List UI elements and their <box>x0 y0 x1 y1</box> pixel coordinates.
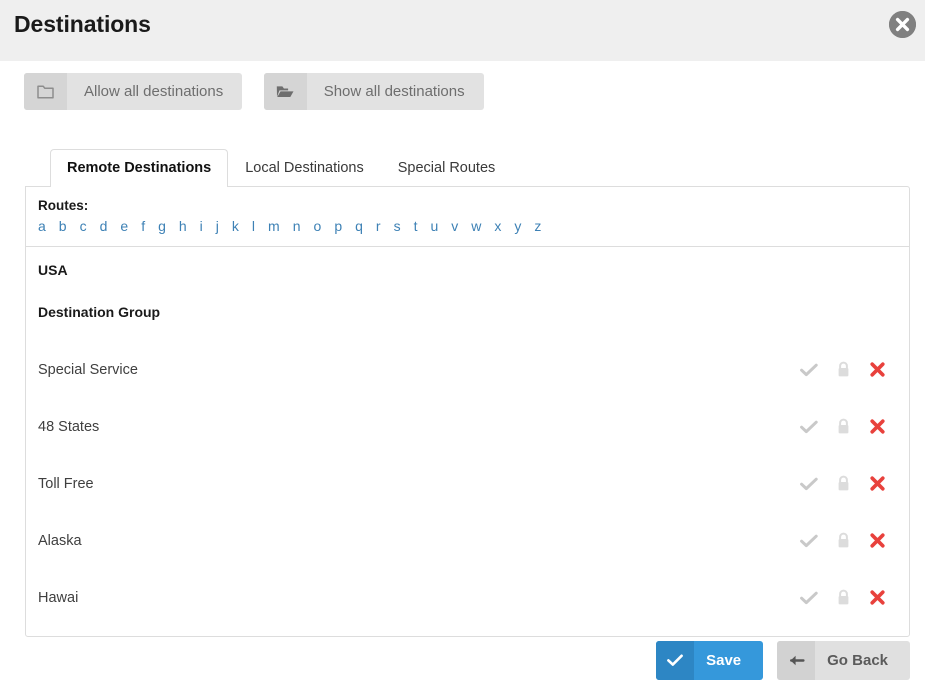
row-actions <box>792 475 909 492</box>
row-actions <box>792 418 909 435</box>
destination-group-heading: Destination Group <box>38 304 161 320</box>
check-icon[interactable] <box>792 477 826 491</box>
routes-label: Routes: <box>38 198 89 213</box>
tab-local-destinations[interactable]: Local Destinations <box>228 149 381 186</box>
folder-outline-icon <box>24 73 67 110</box>
destinations-list: USA Destination Group Special Service 48… <box>26 247 909 636</box>
lock-icon[interactable] <box>826 361 860 378</box>
route-letter-c[interactable]: c <box>80 218 87 234</box>
top-actions-bar: Allow all destinations Show all destinat… <box>24 73 501 110</box>
route-letter-d[interactable]: d <box>100 218 108 234</box>
show-all-destinations-button[interactable]: Show all destinations <box>263 73 484 110</box>
go-back-label: Go Back <box>827 652 888 669</box>
check-icon[interactable] <box>792 534 826 548</box>
check-icon[interactable] <box>792 363 826 377</box>
row-actions <box>792 532 909 549</box>
destination-name: Toll Free <box>38 475 94 492</box>
row-actions <box>792 361 909 378</box>
modal-header: Destinations <box>0 0 925 61</box>
route-letter-x[interactable]: x <box>494 218 501 234</box>
route-letter-a[interactable]: a <box>38 218 46 234</box>
close-circle-icon[interactable] <box>889 11 916 38</box>
route-letter-n[interactable]: n <box>293 218 301 234</box>
destination-name: Special Service <box>38 361 138 378</box>
lock-icon[interactable] <box>826 589 860 606</box>
page-title: Destinations <box>14 11 151 37</box>
route-letter-p[interactable]: p <box>334 218 342 234</box>
red-x-icon[interactable] <box>860 589 894 606</box>
go-back-button[interactable]: Go Back <box>777 641 910 680</box>
check-icon <box>656 641 695 680</box>
route-letter-v[interactable]: v <box>451 218 458 234</box>
route-letter-e[interactable]: e <box>120 218 128 234</box>
routes-alphabet: abcdefghijklmnopqrstuvwxyz <box>38 217 909 235</box>
route-letter-m[interactable]: m <box>268 218 280 234</box>
route-letter-b[interactable]: b <box>59 218 67 234</box>
red-x-icon[interactable] <box>860 418 894 435</box>
route-letter-u[interactable]: u <box>430 218 438 234</box>
destination-name: Alaska <box>38 532 82 549</box>
show-all-destinations-label: Show all destinations <box>323 83 465 100</box>
red-x-icon[interactable] <box>860 361 894 378</box>
lock-icon[interactable] <box>826 418 860 435</box>
folder-open-icon <box>263 73 307 110</box>
tab-remote-destinations[interactable]: Remote Destinations <box>50 149 229 187</box>
route-letter-f[interactable]: f <box>141 218 145 234</box>
red-x-icon[interactable] <box>860 475 894 492</box>
save-label: Save <box>706 652 742 669</box>
tab-bar: Remote Destinations Local Destinations S… <box>50 149 513 187</box>
route-letter-q[interactable]: q <box>355 218 363 234</box>
check-icon[interactable] <box>792 591 826 605</box>
route-letter-l[interactable]: l <box>252 218 255 234</box>
destination-name: 48 States <box>38 418 100 435</box>
table-row: 48 States <box>26 398 909 455</box>
route-letter-z[interactable]: z <box>534 218 541 234</box>
destination-name: Hawai <box>38 589 79 606</box>
route-letter-k[interactable]: k <box>232 218 239 234</box>
lock-icon[interactable] <box>826 532 860 549</box>
footer-actions: Save Go Back <box>642 641 910 680</box>
row-actions <box>792 589 909 606</box>
table-row: Special Service <box>26 341 909 398</box>
route-letter-g[interactable]: g <box>158 218 166 234</box>
arrow-left-icon <box>777 641 816 680</box>
tab-special-routes[interactable]: Special Routes <box>381 149 513 186</box>
allow-all-destinations-button[interactable]: Allow all destinations <box>24 73 243 110</box>
route-letter-s[interactable]: s <box>394 218 401 234</box>
route-letter-h[interactable]: h <box>179 218 187 234</box>
lock-icon[interactable] <box>826 475 860 492</box>
route-letter-o[interactable]: o <box>314 218 322 234</box>
destinations-panel: Routes: abcdefghijklmnopqrstuvwxyz USA D… <box>25 186 910 637</box>
red-x-icon[interactable] <box>860 532 894 549</box>
routes-header: Routes: abcdefghijklmnopqrstuvwxyz <box>26 187 909 247</box>
route-letter-y[interactable]: y <box>514 218 521 234</box>
route-letter-j[interactable]: j <box>216 218 219 234</box>
route-letter-w[interactable]: w <box>471 218 481 234</box>
table-row: Toll Free <box>26 455 909 512</box>
allow-all-destinations-label: Allow all destinations <box>84 83 224 100</box>
country-heading: USA <box>38 262 68 278</box>
route-letter-r[interactable]: r <box>376 218 381 234</box>
table-row: Hawai <box>26 569 909 626</box>
save-button[interactable]: Save <box>656 641 764 680</box>
table-row: Alaska <box>26 512 909 569</box>
check-icon[interactable] <box>792 420 826 434</box>
route-letter-i[interactable]: i <box>200 218 203 234</box>
route-letter-t[interactable]: t <box>414 218 418 234</box>
